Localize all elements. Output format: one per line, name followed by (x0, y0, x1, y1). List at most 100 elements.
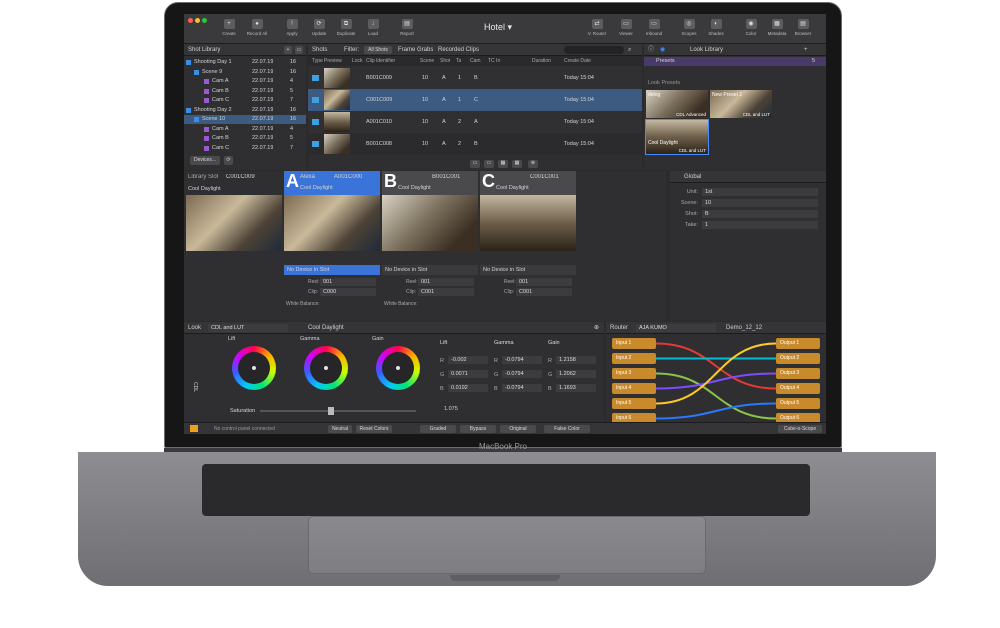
cdl-lift-value[interactable]: 0.0071 (448, 370, 488, 378)
look-name[interactable]: Cool Daylight (308, 322, 344, 334)
library-row[interactable]: Cam C 22.07.19 7 (184, 96, 306, 105)
router-output[interactable]: Output 2 (776, 353, 820, 364)
saturation-slider[interactable] (260, 407, 416, 415)
router-preset[interactable]: Demo_12_12 (726, 322, 762, 334)
router-input[interactable]: Input 5 (612, 398, 656, 409)
library-row[interactable]: Cam B 22.07.19 5 (184, 87, 306, 96)
neutral-button[interactable]: Neutral (328, 425, 352, 433)
column-header[interactable]: Preview (324, 56, 342, 66)
filter-all-shots[interactable]: All Shots (364, 46, 392, 54)
wheel-handle[interactable] (396, 366, 400, 370)
router-output[interactable]: Output 5 (776, 398, 820, 409)
column-header[interactable]: Scene (420, 56, 434, 66)
search-input[interactable] (564, 46, 624, 54)
record-all-button[interactable]: ● Record All (244, 19, 270, 36)
cdl-lift-value[interactable]: 0.0192 (448, 384, 488, 392)
view-list-icon[interactable]: ▭ (470, 160, 480, 168)
clip-field[interactable]: C001 (418, 288, 474, 296)
color-wheel-gain[interactable] (376, 346, 420, 390)
color-button[interactable]: ◉ Color (738, 19, 764, 36)
shot-row[interactable]: B001C008 10 A 2 B Today 15:04 (308, 133, 642, 155)
cdl-gain-value[interactable]: 1.2062 (556, 370, 596, 378)
router-input[interactable]: Input 1 (612, 338, 656, 349)
reel-field[interactable]: 001 (516, 278, 572, 286)
scopes-button[interactable]: ◎ Scopes (676, 19, 702, 36)
library-row[interactable]: Scene 10 22.07.19 16 (184, 115, 306, 124)
browser-button[interactable]: ▤ Browser (790, 19, 816, 36)
look-mode-select[interactable]: CDL and LUT (208, 324, 288, 332)
cdl-gamma-value[interactable]: -0.0794 (502, 356, 542, 364)
shot-row[interactable]: B001C009 10 A 1 B Today 15:04 (308, 67, 642, 89)
shot-row[interactable]: C001C009 10 A 1 C Today 15:04 (308, 89, 642, 111)
document-title[interactable]: Hotel ▾ (484, 22, 512, 33)
column-header[interactable]: TC In (488, 56, 500, 66)
cdl-gamma-value[interactable]: -0.0794 (502, 370, 542, 378)
info-icon[interactable]: ⓘ (648, 44, 654, 56)
column-header[interactable]: Shot (440, 56, 450, 66)
filter-frame-grabs[interactable]: Frame Grabs (398, 44, 433, 56)
column-header[interactable]: Clip Identifier (366, 56, 395, 66)
shot-row[interactable]: A001C010 10 A 2 A Today 15:04 (308, 111, 642, 133)
bypass-button[interactable]: Bypass (460, 425, 496, 433)
refresh-icon[interactable]: ⟳ (224, 156, 233, 165)
presets-row[interactable]: Presets 5 (644, 57, 826, 66)
library-row[interactable]: Cam A 22.07.19 4 (184, 77, 306, 86)
reset-colors-button[interactable]: Reset Colors (356, 425, 392, 433)
library-row[interactable]: Cam C 22.07.19 7 (184, 144, 306, 153)
library-row[interactable]: Shooting Day 2 22.07.19 16 (184, 106, 306, 115)
cdl-lift-value[interactable]: -0.002 (448, 356, 488, 364)
camera-slot-c[interactable]: C C001C001 Cool Daylight No Device in Slot R… (480, 171, 576, 317)
reel-field[interactable]: 001 (418, 278, 474, 286)
zoom-icon[interactable]: ⊕ (528, 160, 538, 168)
wheel-handle[interactable] (324, 366, 328, 370)
create-button[interactable]: + Create (216, 19, 242, 36)
report-button[interactable]: ▤ Report (394, 19, 420, 36)
reel-field[interactable]: 001 (320, 278, 376, 286)
minimize-window-icon[interactable] (195, 18, 200, 23)
shades-button[interactable]: ◐ Shades (703, 19, 729, 36)
camera-slot-b[interactable]: B B001C001 Cool Daylight No Device in Slot R… (382, 171, 478, 317)
router-output[interactable]: Output 3 (776, 368, 820, 379)
library-row[interactable]: Shooting Day 1 22.07.19 16 (184, 58, 306, 67)
router-output[interactable]: Output 4 (776, 383, 820, 394)
cdl-gain-value[interactable]: 1.2158 (556, 356, 596, 364)
clip-field[interactable]: C001 (516, 288, 572, 296)
cdl-gain-value[interactable]: 1.1693 (556, 384, 596, 392)
cube-o-scope-button[interactable]: Cube-o-Scope (778, 425, 822, 433)
wheel-handle[interactable] (252, 366, 256, 370)
global-field-value[interactable]: 10 (702, 199, 818, 207)
library-row[interactable]: Cam A 22.07.19 4 (184, 125, 306, 134)
update-button[interactable]: ⟳ Update (306, 19, 332, 36)
column-header[interactable]: Type (312, 56, 323, 66)
add-icon[interactable]: + (284, 46, 292, 54)
original-button[interactable]: Original (500, 425, 536, 433)
inbound-button[interactable]: ▭ Inbound (641, 19, 667, 36)
zoom-window-icon[interactable] (202, 18, 207, 23)
global-field-value[interactable]: 1 (702, 221, 818, 229)
column-header[interactable]: Duration (532, 56, 551, 66)
look-preset-delog[interactable]: delog CDL Advanced (646, 90, 708, 118)
look-icon[interactable]: ◉ (660, 44, 665, 56)
column-header[interactable]: Lock (352, 56, 363, 66)
saturation-handle[interactable] (327, 407, 334, 415)
look-preset-new-preset-2[interactable]: New Preset 2 CDL and LUT (710, 90, 772, 118)
viewer-button[interactable]: ▭ Viewer (613, 19, 639, 36)
router-output[interactable]: Output 1 (776, 338, 820, 349)
add-look-icon[interactable]: + (804, 44, 808, 56)
global-field-value[interactable]: 1st (702, 188, 818, 196)
devices-button[interactable]: Devices... (190, 156, 220, 165)
metadata-button[interactable]: ▦ Metadata (764, 19, 790, 36)
column-header[interactable]: Ta (456, 56, 461, 66)
close-window-icon[interactable] (188, 18, 193, 23)
v-router-button[interactable]: ⇄ V. Router (584, 19, 610, 36)
router-device-select[interactable]: AJA KUMO (636, 324, 716, 332)
router-input[interactable]: Input 2 (612, 353, 656, 364)
view-compact-icon[interactable]: ▭ (484, 160, 494, 168)
duplicate-button[interactable]: ⧉ Duplicate (333, 19, 359, 36)
column-header[interactable]: Cam (470, 56, 481, 66)
filter-recorded-clips[interactable]: Recorded Clips (438, 44, 479, 56)
cdl-gamma-value[interactable]: -0.0794 (502, 384, 542, 392)
search-icon[interactable]: ⌕ (628, 44, 631, 56)
load-button[interactable]: ↓ Load (360, 19, 386, 36)
graded-button[interactable]: Graded (420, 425, 456, 433)
